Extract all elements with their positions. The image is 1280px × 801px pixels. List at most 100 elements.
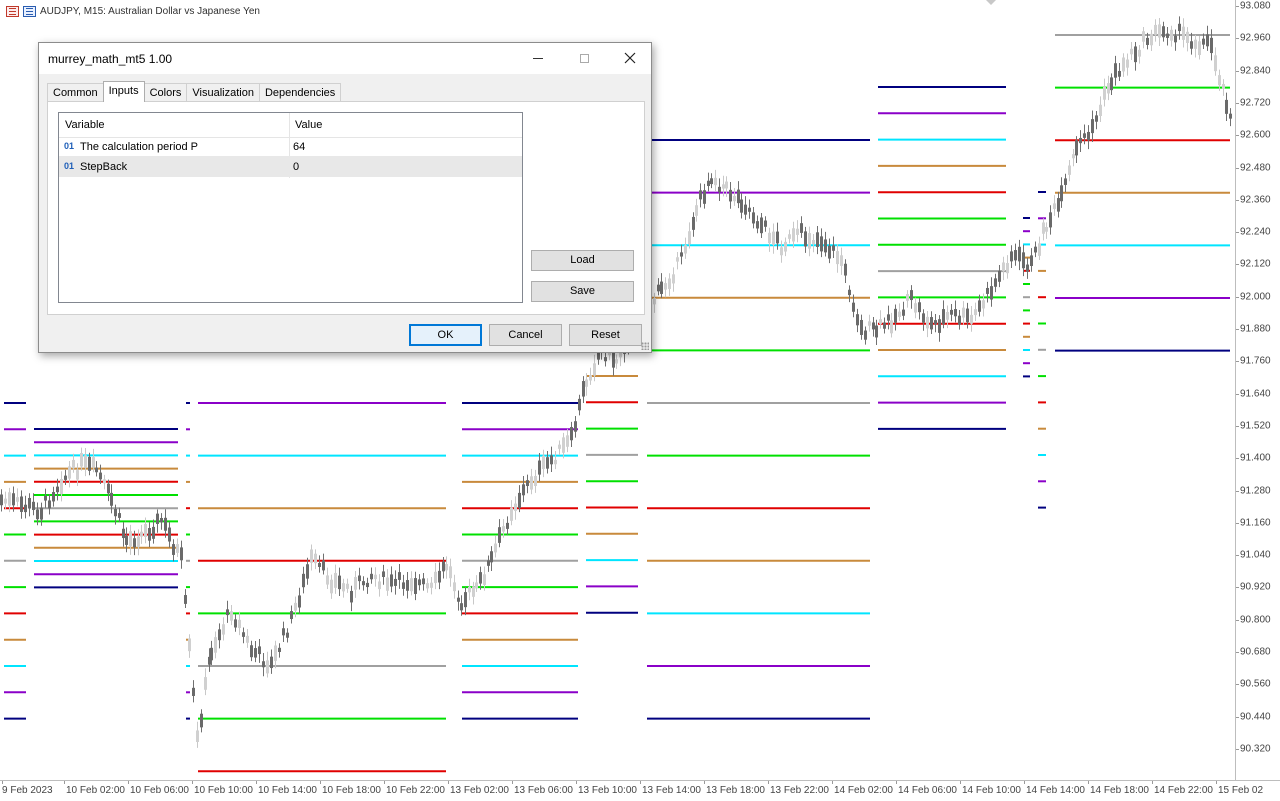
tab-colors[interactable]: Colors bbox=[143, 83, 188, 102]
candle-body bbox=[72, 459, 75, 469]
save-button[interactable]: Save bbox=[531, 281, 634, 302]
candle-body bbox=[558, 444, 561, 449]
candle-body bbox=[534, 475, 537, 487]
candle-body bbox=[418, 579, 421, 586]
integer-type-icon: 01 bbox=[64, 161, 75, 171]
tab-visualization[interactable]: Visualization bbox=[186, 83, 260, 102]
candle-body bbox=[394, 578, 397, 586]
candle-body bbox=[156, 513, 159, 524]
candle-body bbox=[990, 286, 993, 300]
candle-body bbox=[954, 309, 957, 317]
maximize-button bbox=[561, 43, 607, 73]
candle-body bbox=[226, 609, 229, 616]
candle-body bbox=[582, 381, 585, 397]
candle-body bbox=[114, 509, 117, 517]
candle-body bbox=[314, 553, 317, 564]
price-axis[interactable]: 93.080 92.960 92.840 92.720 92.600 92.480 92.3… bbox=[1235, 0, 1280, 780]
tab-dependencies[interactable]: Dependencies bbox=[258, 83, 342, 102]
row-value[interactable]: 64 bbox=[293, 141, 305, 153]
candle-body bbox=[80, 452, 83, 467]
candle-body bbox=[1038, 243, 1041, 256]
candle-body bbox=[589, 375, 592, 381]
variable-column-header[interactable]: Variable bbox=[65, 119, 105, 131]
time-tick bbox=[448, 781, 449, 784]
resize-grip-icon[interactable] bbox=[641, 342, 649, 350]
candle-body bbox=[664, 283, 667, 290]
candle-body bbox=[518, 492, 521, 509]
candle-body bbox=[330, 579, 333, 594]
candle-body bbox=[457, 597, 460, 602]
price-label: 92.960 bbox=[1240, 32, 1271, 44]
price-label: 92.120 bbox=[1240, 258, 1271, 270]
price-tick bbox=[1236, 393, 1239, 395]
time-tick bbox=[832, 781, 833, 784]
price-tick bbox=[1236, 684, 1239, 686]
ok-button[interactable]: OK bbox=[409, 324, 482, 346]
dialog-titlebar[interactable]: murrey_math_mt5 1.00 bbox=[39, 43, 651, 74]
candle-body bbox=[902, 309, 905, 316]
tab-inputs[interactable]: Inputs bbox=[102, 81, 145, 102]
candle-body bbox=[230, 611, 233, 621]
market-depth-icon[interactable] bbox=[23, 6, 36, 17]
symbol-title: AUDJPY, M15: Australian Dollar vs Japane… bbox=[40, 6, 260, 17]
price-tick bbox=[1236, 748, 1239, 750]
candle-body bbox=[974, 309, 977, 316]
trade-panel-icon[interactable] bbox=[6, 6, 19, 17]
candle-body bbox=[668, 278, 671, 289]
candle-body bbox=[1146, 37, 1149, 45]
candle-body bbox=[510, 507, 513, 521]
price-label: 92.600 bbox=[1240, 129, 1271, 141]
candle-body bbox=[1194, 39, 1197, 49]
value-column-header[interactable]: Value bbox=[295, 119, 322, 131]
candle-body bbox=[449, 566, 452, 579]
candle-body bbox=[354, 577, 357, 590]
candle-body bbox=[538, 460, 541, 475]
inputs-grid[interactable]: Variable Value 01 The calculation period… bbox=[58, 112, 523, 303]
candle-body bbox=[1114, 63, 1117, 78]
tab-common[interactable]: Common bbox=[47, 83, 104, 102]
time-axis[interactable]: 9 Feb 2023 10 Feb 02:00 10 Feb 06:00 10 Feb… bbox=[0, 780, 1280, 801]
candle-body bbox=[816, 232, 819, 247]
candle-body bbox=[52, 492, 55, 502]
close-button[interactable] bbox=[607, 43, 653, 73]
price-label: 91.040 bbox=[1240, 549, 1271, 561]
table-row[interactable]: 01 The calculation period P 64 bbox=[59, 137, 522, 157]
time-tick bbox=[2, 781, 3, 784]
price-label: 91.160 bbox=[1240, 517, 1271, 529]
reset-button[interactable]: Reset bbox=[569, 324, 642, 346]
grid-header: Variable Value bbox=[59, 113, 522, 138]
candle-body bbox=[137, 536, 140, 548]
price-label: 92.720 bbox=[1240, 97, 1271, 109]
candle-body bbox=[1202, 38, 1205, 45]
candle-body bbox=[422, 578, 425, 585]
candle-body bbox=[1042, 222, 1045, 234]
candle-body bbox=[122, 528, 125, 539]
minimize-button[interactable] bbox=[515, 43, 561, 73]
chart-shift-marker[interactable] bbox=[986, 0, 996, 5]
candle-body bbox=[464, 592, 467, 608]
candle-body bbox=[994, 278, 997, 287]
candle-body bbox=[550, 455, 553, 465]
table-row[interactable]: 01 StepBack 0 bbox=[59, 157, 522, 177]
candle-body bbox=[144, 523, 147, 537]
time-label: 14 Feb 22:00 bbox=[1154, 785, 1213, 796]
candle-body bbox=[445, 564, 448, 571]
time-label: 14 Feb 06:00 bbox=[898, 785, 957, 796]
candle-body bbox=[1218, 75, 1221, 86]
candle-body bbox=[962, 307, 965, 318]
candle-body bbox=[370, 573, 373, 580]
price-tick bbox=[1236, 135, 1239, 137]
candle-body bbox=[60, 478, 63, 495]
candle-body bbox=[168, 527, 171, 542]
price-tick bbox=[1236, 425, 1239, 427]
load-button[interactable]: Load bbox=[531, 250, 634, 271]
time-label: 13 Feb 14:00 bbox=[642, 785, 701, 796]
candle-body bbox=[938, 319, 941, 333]
candle-body bbox=[1134, 46, 1137, 63]
candle-body bbox=[868, 321, 871, 326]
candle-body bbox=[8, 492, 11, 506]
cancel-button[interactable]: Cancel bbox=[489, 324, 562, 346]
candle-body bbox=[883, 322, 886, 329]
candle-body bbox=[788, 234, 791, 239]
row-value[interactable]: 0 bbox=[293, 161, 299, 173]
